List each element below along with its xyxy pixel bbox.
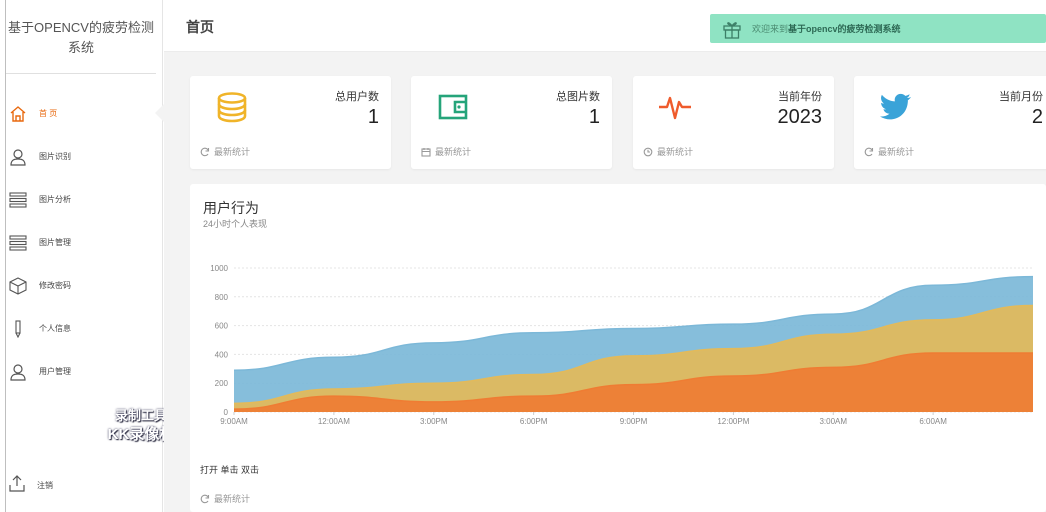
y-tick-label: 1000 (210, 264, 228, 273)
card-value: 2023 (777, 106, 823, 128)
list-icon (8, 233, 28, 253)
sidebar-item-image-analysis[interactable]: 图片分析 (0, 178, 163, 221)
welcome-banner: 欢迎来到 基于opencv的疲劳检测系统 (710, 14, 1046, 43)
sidebar-item-label: 图片识别 (39, 152, 71, 161)
welcome-prefix: 欢迎来到 (752, 24, 789, 34)
y-tick-label: 600 (215, 322, 229, 331)
page-title: 首页 (186, 19, 214, 35)
cube-icon (8, 276, 28, 296)
card-title: 总用户数 (335, 91, 379, 103)
card-title: 总图片数 (556, 91, 600, 103)
main-content: 首页 欢迎来到 基于opencv的疲劳检测系统 总用户数 1 最新统计 总图片数 … (164, 0, 1046, 512)
refresh-icon (200, 147, 210, 157)
x-tick-label: 6:00PM (520, 417, 548, 426)
y-tick-label: 400 (215, 350, 229, 359)
sidebar-item-label: 修改密码 (39, 281, 71, 290)
stat-card-month: 当前月份 2 最新统计 (854, 76, 1046, 169)
card-footer: 最新统计 (643, 145, 693, 158)
card-value: 1 (367, 106, 379, 128)
x-tick-label: 9:00AM (220, 417, 248, 426)
upload-icon (8, 474, 26, 497)
card-title: 当前年份 (778, 91, 822, 103)
sidebar-item-personal-info[interactable]: 个人信息 (0, 307, 163, 350)
sidebar-item-home[interactable]: 首 页 (0, 92, 164, 135)
x-tick-label: 12:00AM (318, 417, 350, 426)
user-icon (8, 147, 28, 167)
pulse-icon (655, 90, 695, 124)
home-icon (8, 104, 28, 124)
sidebar-item-label: 图片分析 (39, 195, 71, 204)
stat-card-images: 总图片数 1 最新统计 (411, 76, 612, 169)
panel-title: 用户行为 (203, 200, 259, 216)
twitter-icon (876, 90, 916, 124)
refresh-icon (864, 147, 874, 157)
card-title: 当前月份 (999, 91, 1043, 103)
panel-subtitle: 24小时个人表现 (203, 219, 268, 229)
card-footer: 最新统计 (864, 145, 914, 158)
clock-icon (643, 147, 653, 157)
user-behavior-chart: 0 200 400 600 800 1000 9:00AM 12:00AM 3:00PM 6:00… (210, 264, 1034, 426)
sidebar-item-logout[interactable]: 注销 (0, 472, 163, 498)
user-icon (8, 362, 28, 382)
y-tick-label: 200 (215, 379, 229, 388)
top-bar: 首页 欢迎来到 基于opencv的疲劳检测系统 (164, 0, 1046, 52)
x-tick-label: 6:00AM (919, 417, 947, 426)
user-behavior-panel: 用户行为 24小时个人表现 0 200 400 600 800 1000 9:00AM 12:… (190, 184, 1046, 512)
card-footer-label: 最新统计 (435, 147, 472, 157)
card-footer-label: 最新统计 (214, 147, 251, 157)
sidebar-item-image-management[interactable]: 图片管理 (0, 221, 163, 264)
sidebar-item-image-recognition[interactable]: 图片识别 (0, 135, 163, 178)
gift-icon (722, 19, 742, 39)
stat-card-year: 当前年份 2023 最新统计 (633, 76, 834, 169)
y-tick-label: 0 (224, 408, 229, 417)
x-tick-label: 12:00PM (717, 417, 749, 426)
sidebar-item-user-management[interactable]: 用户管理 (0, 350, 163, 393)
wallet-icon (433, 90, 473, 124)
card-value: 2 (1031, 106, 1043, 128)
x-tick-label: 3:00PM (420, 417, 448, 426)
sidebar-item-label: 图片管理 (39, 238, 71, 247)
app-title: 基于OPENCV的疲劳检测系统 (6, 8, 156, 74)
card-footer: 最新统计 (200, 145, 250, 158)
database-icon (212, 90, 252, 124)
logout-label: 注销 (37, 480, 53, 490)
welcome-system-name: 基于opencv的疲劳检测系统 (788, 24, 901, 34)
sidebar-item-label: 个人信息 (39, 324, 71, 333)
sidebar-item-label: 首 页 (39, 109, 58, 118)
list-icon (8, 190, 28, 210)
panel-footer-label: 最新统计 (214, 494, 251, 504)
panel-actions: 打开 单击 双击 (200, 465, 260, 475)
card-footer-label: 最新统计 (657, 147, 694, 157)
card-footer-label: 最新统计 (878, 147, 915, 157)
sidebar-menu: 首 页 图片识别 图片分析 图片管理 修改密码 个人信息 用户管理 (0, 92, 164, 393)
card-value: 1 (588, 106, 600, 128)
y-tick-label: 800 (215, 293, 229, 302)
calendar-icon (421, 147, 431, 157)
refresh-icon (200, 494, 210, 504)
pen-icon (8, 319, 28, 339)
x-tick-label: 9:00PM (620, 417, 648, 426)
sidebar-item-label: 用户管理 (39, 367, 71, 376)
panel-footer: 最新统计 (200, 492, 250, 505)
sidebar-item-change-password[interactable]: 修改密码 (0, 264, 163, 307)
stat-card-users: 总用户数 1 最新统计 (190, 76, 391, 169)
card-footer: 最新统计 (421, 145, 471, 158)
x-tick-label: 3:00AM (819, 417, 847, 426)
